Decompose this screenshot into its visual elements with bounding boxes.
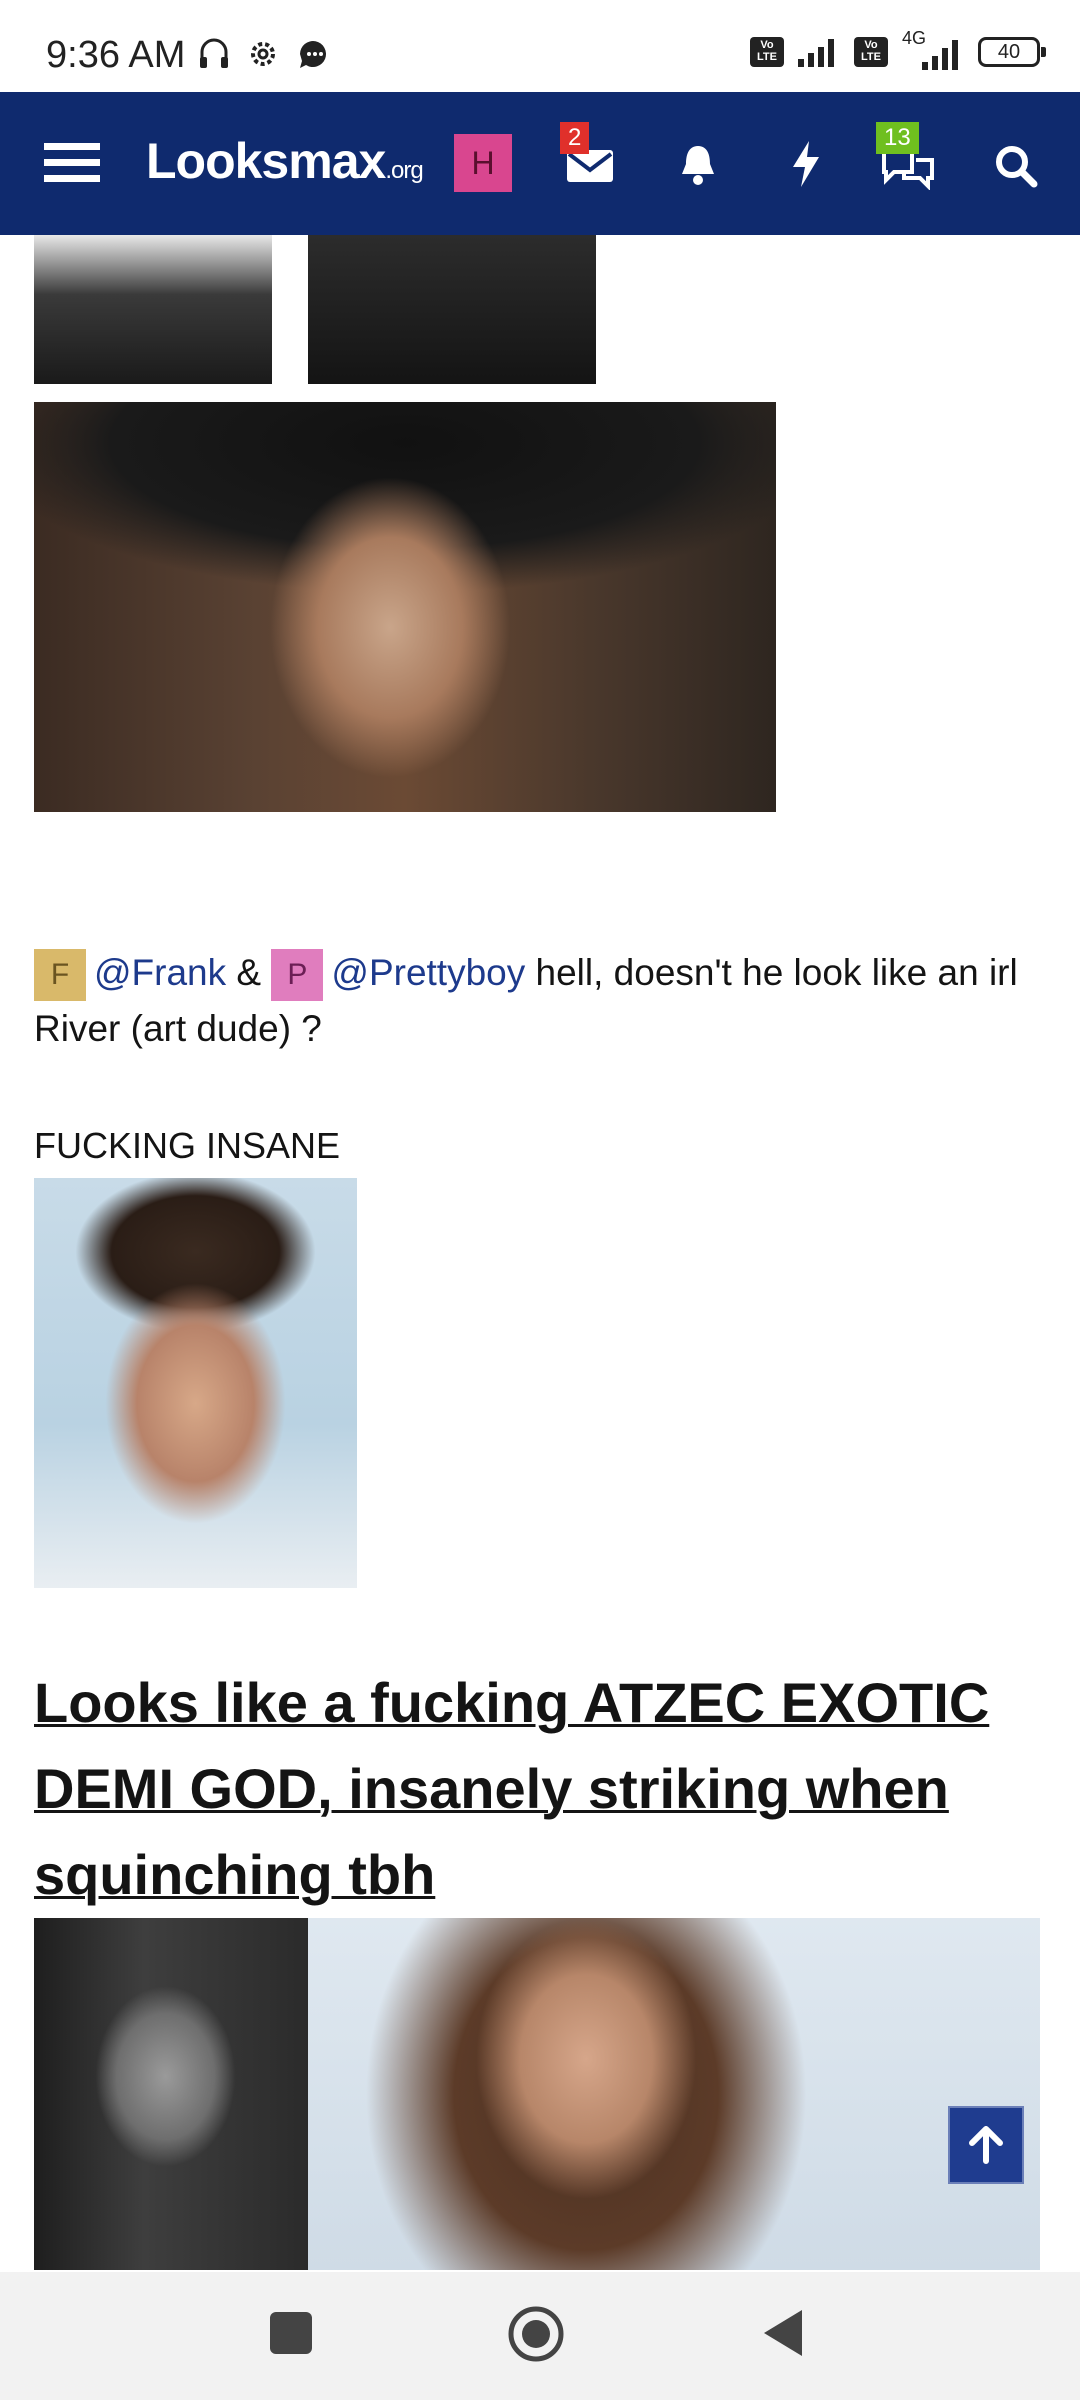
logo-text: Looksmax xyxy=(146,133,386,189)
volte-badge-2: Vo LTE xyxy=(854,37,888,67)
headphones-icon xyxy=(200,38,228,68)
network-type: 4G xyxy=(902,28,927,48)
status-time: 9:36 AM xyxy=(46,34,186,76)
volte-badge: Vo LTE xyxy=(750,37,784,67)
arrow-up-icon xyxy=(969,2126,1003,2164)
signal-icon xyxy=(798,39,834,67)
inbox-button[interactable]: 2 xyxy=(560,122,620,194)
bell-icon xyxy=(682,146,714,185)
conversations-badge: 13 xyxy=(876,122,919,154)
frank-avatar[interactable]: F xyxy=(34,949,86,1002)
scroll-to-top-button[interactable] xyxy=(948,2106,1024,2184)
mention-ampersand: & xyxy=(236,952,262,993)
search-icon xyxy=(996,146,1038,188)
logo-suffix: .org xyxy=(385,157,423,184)
search-button[interactable] xyxy=(986,136,1046,196)
status-bar: 9:36 AM Vo LTE Vo LTE 4G 40 xyxy=(0,0,1080,92)
post-image-long-hair[interactable] xyxy=(308,1918,1040,2270)
site-logo[interactable]: Looksmax.org xyxy=(146,132,424,190)
post-image-top-left[interactable] xyxy=(34,235,272,384)
post-mention-paragraph: F @Frank & P @Prettyboy hell, doesn't he l… xyxy=(34,945,1054,1057)
settings-icon xyxy=(251,42,275,66)
home-button[interactable] xyxy=(506,2304,566,2364)
chat-bubble-icon xyxy=(300,41,326,68)
post-caption: FUCKING INSANE xyxy=(34,1125,341,1166)
recents-button[interactable] xyxy=(268,2310,314,2356)
mention-prettyboy[interactable]: @Prettyboy xyxy=(331,952,525,993)
post-image-bw-portrait[interactable] xyxy=(34,1918,308,2270)
post-image-hat-portrait[interactable] xyxy=(34,402,776,812)
inbox-badge: 2 xyxy=(560,122,590,154)
post-image-face[interactable] xyxy=(34,1178,357,1588)
alerts-button[interactable] xyxy=(668,136,728,192)
system-navigation-bar xyxy=(0,2272,1080,2400)
forum-navbar: Looksmax.org H 2 13 xyxy=(0,92,1080,235)
status-right-cluster: Vo LTE Vo LTE 4G 40 xyxy=(750,28,1046,74)
hamburger-icon xyxy=(44,143,100,182)
back-button[interactable] xyxy=(760,2306,806,2360)
whats-new-button[interactable] xyxy=(776,134,836,194)
prettyboy-avatar[interactable]: P xyxy=(271,949,324,1002)
signal-4g: 4G xyxy=(900,28,966,72)
post-headline-link[interactable]: Looks like a fucking ATZEC EXOTIC DEMI G… xyxy=(34,1660,1044,1918)
user-avatar[interactable]: H xyxy=(454,134,512,192)
mention-frank[interactable]: @Frank xyxy=(94,952,226,993)
post-image-top-right[interactable] xyxy=(308,235,596,384)
conversations-button[interactable]: 13 xyxy=(876,122,940,194)
lightning-icon xyxy=(793,141,819,187)
battery-indicator: 40 xyxy=(978,37,1046,67)
menu-button[interactable] xyxy=(40,132,104,194)
